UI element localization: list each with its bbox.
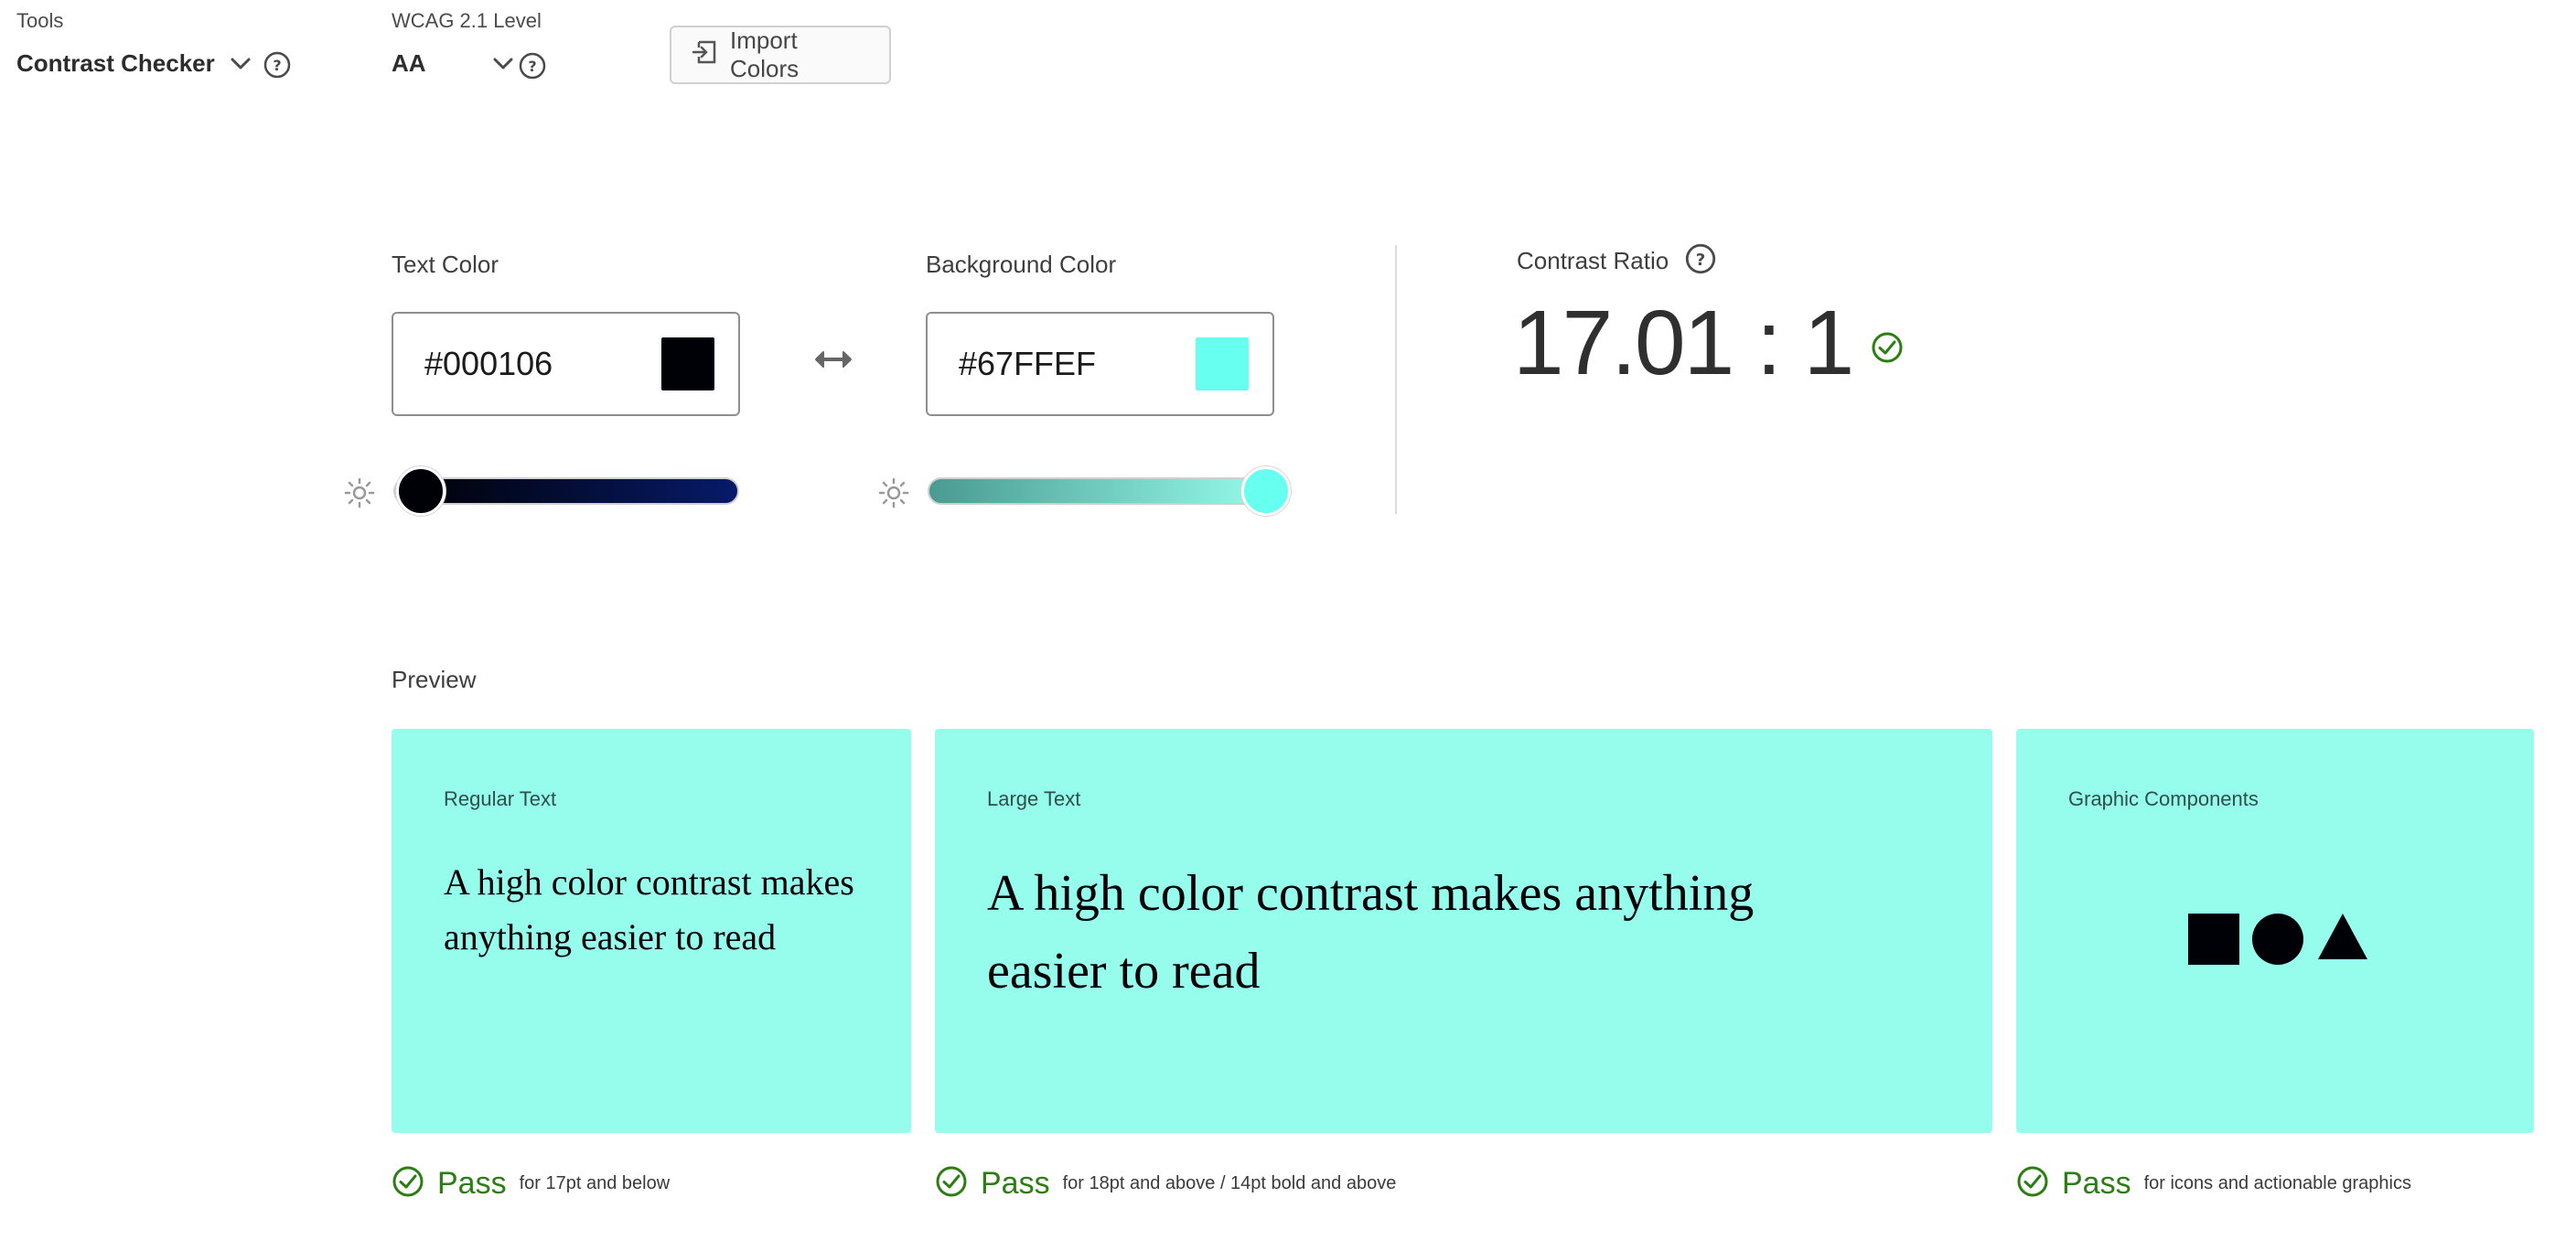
- text-color-field[interactable]: [392, 312, 740, 416]
- svg-text:?: ?: [528, 58, 536, 75]
- large-text-note: for 18pt and above / 14pt bold and above: [1062, 1173, 1397, 1193]
- import-icon: [692, 40, 717, 70]
- background-color-swatch[interactable]: [1196, 337, 1249, 390]
- background-color-brightness-slider[interactable]: [928, 477, 1273, 505]
- graphic-components-result: Pass for icons and actionable graphics: [2016, 1165, 2411, 1203]
- large-text-pass: Pass: [981, 1166, 1050, 1201]
- tools-dropdown[interactable]: Contrast Checker: [16, 49, 253, 78]
- wcag-help-icon[interactable]: ?: [519, 52, 546, 80]
- swap-icon[interactable]: [812, 346, 854, 378]
- graphic-components-pass: Pass: [2062, 1166, 2131, 1201]
- text-color-input[interactable]: [424, 345, 607, 383]
- background-color-label: Background Color: [926, 251, 1117, 278]
- import-colors-button[interactable]: Import Colors: [670, 26, 891, 84]
- contrast-ratio-label: Contrast Ratio: [1517, 247, 1669, 274]
- check-circle-icon: [1871, 331, 1904, 369]
- check-circle-icon: [392, 1165, 424, 1203]
- contrast-ratio-header: Contrast Ratio ?: [1517, 243, 1716, 279]
- regular-text-preview-card: Regular Text A high color contrast makes…: [392, 729, 911, 1133]
- regular-text-pass: Pass: [437, 1166, 507, 1201]
- regular-text-result: Pass for 17pt and below: [392, 1165, 670, 1203]
- graphic-shapes: [2188, 912, 2369, 966]
- square-shape-icon: [2188, 913, 2239, 965]
- svg-text:?: ?: [273, 57, 281, 74]
- text-color-slider-handle[interactable]: [396, 466, 446, 516]
- svg-text:?: ?: [1696, 251, 1706, 270]
- regular-text-title: Regular Text: [444, 787, 557, 810]
- large-text-title: Large Text: [987, 787, 1081, 810]
- graphic-components-title: Graphic Components: [2068, 787, 2259, 810]
- circle-shape-icon: [2252, 913, 2303, 965]
- text-color-label: Text Color: [392, 251, 499, 278]
- wcag-level-label: WCAG 2.1 Level: [392, 9, 542, 32]
- contrast-ratio-display: 17.01 : 1: [1513, 291, 1904, 396]
- tools-label: Tools: [16, 9, 64, 32]
- background-color-slider-handle[interactable]: [1241, 466, 1292, 516]
- contrast-help-icon[interactable]: ?: [1685, 243, 1716, 279]
- check-circle-icon: [935, 1165, 968, 1203]
- graphic-components-note: for icons and actionable graphics: [2143, 1173, 2411, 1193]
- section-divider: [1395, 245, 1397, 514]
- wcag-level-dropdown[interactable]: AA: [392, 49, 516, 78]
- check-circle-icon: [2016, 1165, 2049, 1203]
- background-color-input[interactable]: [959, 345, 1142, 383]
- preview-label: Preview: [392, 666, 477, 693]
- chevron-down-icon[interactable]: [228, 51, 253, 77]
- brightness-icon: [878, 477, 909, 513]
- large-text-preview-card: Large Text A high color contrast makes a…: [935, 729, 1992, 1133]
- graphic-components-preview-card: Graphic Components: [2016, 729, 2534, 1133]
- chevron-down-icon[interactable]: [490, 51, 516, 77]
- large-text-result: Pass for 18pt and above / 14pt bold and …: [935, 1165, 1396, 1203]
- brightness-icon: [344, 477, 375, 513]
- regular-text-sample: A high color contrast makes anything eas…: [444, 861, 854, 957]
- contrast-ratio-value: 17.01 : 1: [1513, 292, 1854, 394]
- background-color-field[interactable]: [926, 312, 1274, 416]
- import-colors-label: Import Colors: [730, 27, 800, 82]
- regular-text-note: for 17pt and below: [519, 1173, 671, 1193]
- large-text-sample: A high color contrast makes anything eas…: [987, 865, 1755, 1000]
- tools-value: Contrast Checker: [16, 49, 215, 77]
- text-color-swatch[interactable]: [661, 337, 714, 390]
- wcag-level-value: AA: [392, 49, 426, 77]
- triangle-shape-icon: [2316, 912, 2369, 966]
- tools-help-icon[interactable]: ?: [263, 51, 291, 79]
